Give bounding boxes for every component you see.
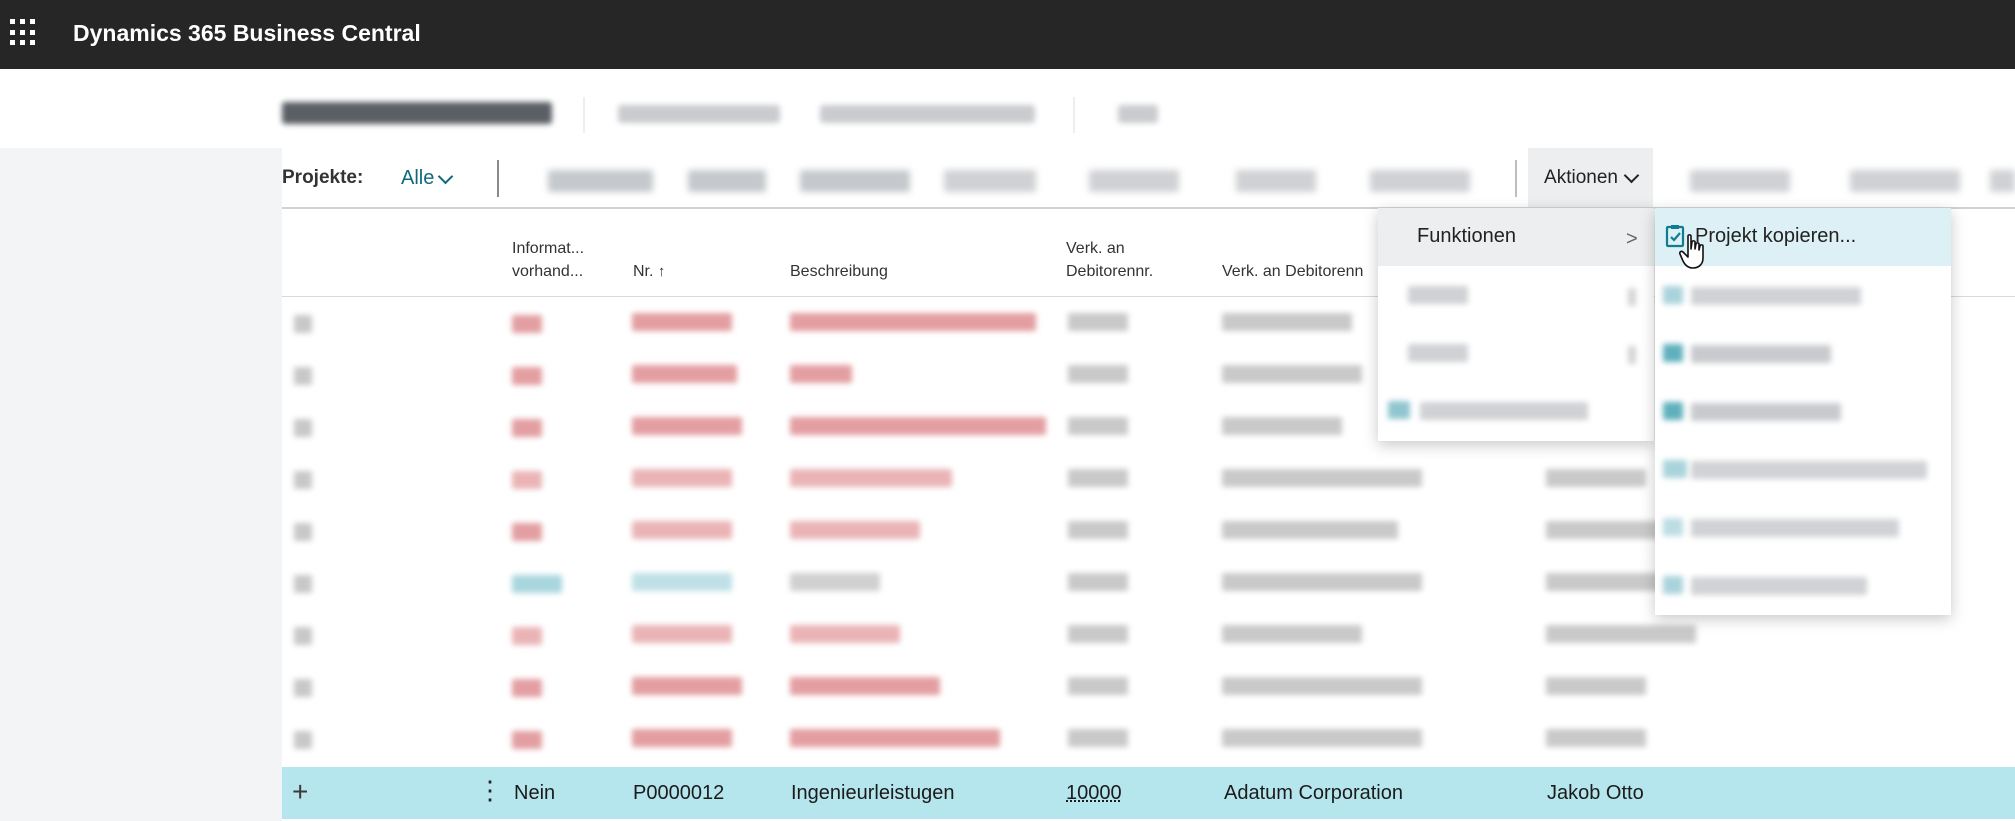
header-separator <box>1073 97 1075 133</box>
menu-item-blurred[interactable] <box>1388 401 1410 419</box>
column-header-beschreibung[interactable]: Beschreibung <box>790 260 888 283</box>
toolbar-action-blurred[interactable] <box>1370 170 1470 192</box>
menu-item-blurred[interactable] <box>1691 403 1841 421</box>
toolbar-separator <box>1515 160 1517 197</box>
menu-item-blurred[interactable] <box>1663 460 1687 478</box>
filter-view-value: Alle <box>401 167 435 189</box>
menu-item-label: Projekt kopieren... <box>1695 225 1857 247</box>
toolbar-action-blurred[interactable] <box>800 170 910 192</box>
menu-item-blurred[interactable] <box>1408 344 1468 362</box>
menu-item-blurred[interactable] <box>1420 402 1588 420</box>
menu-item-blurred[interactable] <box>1691 345 1831 363</box>
page-header <box>0 69 2015 148</box>
table-row[interactable] <box>282 661 2015 713</box>
table-row[interactable] <box>282 609 2015 661</box>
toolbar-action-blurred[interactable] <box>548 170 653 192</box>
chevron-down-icon <box>1623 167 1640 184</box>
cell-beschreibung: Ingenieurleistugen <box>791 782 955 804</box>
toolbar-action-blurred[interactable] <box>1089 170 1179 192</box>
more-icon[interactable]: ⋮ <box>477 776 503 804</box>
toolbar-action-blurred[interactable] <box>1690 170 1790 192</box>
menu-item-blurred[interactable] <box>1663 286 1683 304</box>
menu-item-blurred[interactable] <box>1691 519 1899 537</box>
actions-label: Aktionen <box>1544 167 1618 188</box>
header-tab-blurred[interactable] <box>618 105 780 123</box>
column-header-nr[interactable]: Nr. ↑ <box>633 260 665 283</box>
toolbar-action-blurred[interactable] <box>1850 170 1960 192</box>
add-icon[interactable]: + <box>292 776 308 808</box>
menu-item-blurred[interactable] <box>1691 461 1927 479</box>
menu-item-label: Funktionen <box>1417 225 1516 247</box>
sort-up-icon: ↑ <box>657 263 666 280</box>
cell-person: Jakob Otto <box>1547 782 1644 804</box>
cell-verk-name: Adatum Corporation <box>1224 782 1403 804</box>
toolbar-action-blurred[interactable] <box>1990 170 2015 192</box>
functions-submenu: Projekt kopieren... <box>1655 208 1951 615</box>
menu-item-blurred[interactable] <box>1691 287 1861 305</box>
actions-menu: Funktionen > <box>1378 208 1654 441</box>
cell-info: Nein <box>514 782 556 804</box>
cell-nr[interactable]: P0000012 <box>633 782 724 805</box>
table-row[interactable] <box>282 713 2015 765</box>
menu-item-projekt-kopieren[interactable]: Projekt kopieren... <box>1655 208 1951 269</box>
header-tab-blurred[interactable] <box>1118 105 1158 123</box>
actions-menu-button[interactable]: Aktionen <box>1528 148 1653 208</box>
chevron-right-icon <box>1628 346 1636 364</box>
menu-item-blurred[interactable] <box>1663 344 1683 362</box>
app-bar: Dynamics 365 Business Central <box>0 0 2015 69</box>
column-header-verk-nr[interactable]: Verk. an Debitorennr. <box>1066 237 1153 283</box>
waffle-icon[interactable] <box>10 19 38 47</box>
menu-item-blurred[interactable] <box>1408 286 1468 304</box>
hand-cursor-icon <box>1679 234 1704 269</box>
menu-item-funktionen[interactable]: Funktionen > <box>1378 208 1654 266</box>
toolbar-action-blurred[interactable] <box>1236 170 1316 192</box>
table-row-selected[interactable]: + ⋮ Nein P0000012 Ingenieurleistugen 100… <box>282 767 2015 819</box>
toolbar-action-blurred[interactable] <box>944 170 1036 192</box>
chevron-right-icon <box>1628 288 1636 306</box>
app-title: Dynamics 365 Business Central <box>73 20 421 46</box>
column-header-info[interactable]: Informat... vorhand... <box>512 237 584 283</box>
column-header-verk-name[interactable]: Verk. an Debitorenn <box>1222 260 1363 283</box>
menu-item-blurred[interactable] <box>1663 518 1683 536</box>
menu-item-blurred[interactable] <box>1663 576 1683 594</box>
filter-view-dropdown[interactable]: Alle <box>401 167 454 190</box>
chevron-down-icon <box>438 168 454 184</box>
header-tab-blurred[interactable] <box>820 105 1035 123</box>
toolbar-separator <box>497 160 499 197</box>
toolbar-action-blurred[interactable] <box>688 170 766 192</box>
menu-item-blurred[interactable] <box>1663 402 1683 420</box>
header-separator <box>583 97 585 133</box>
menu-item-blurred[interactable] <box>1691 577 1867 595</box>
cell-verk-nr[interactable]: 10000 <box>1066 782 1122 805</box>
chevron-right-icon: > <box>1626 228 1638 250</box>
page-title-blurred <box>282 102 552 124</box>
filter-label: Projekte: <box>282 167 364 188</box>
